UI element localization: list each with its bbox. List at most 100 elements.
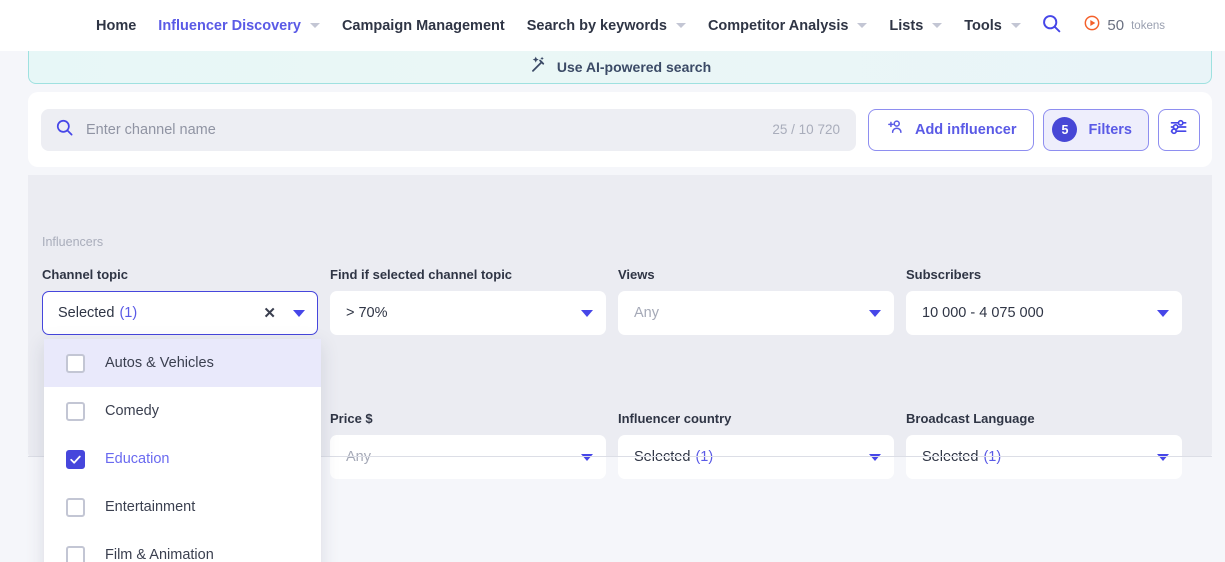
- filters-label: Filters: [1088, 122, 1132, 138]
- nav-item-label: Competitor Analysis: [708, 18, 848, 34]
- filter-cell: Views Any: [618, 267, 906, 335]
- page-body: Use AI-powered search 25 / 10 720: [0, 51, 1225, 562]
- tokens-indicator[interactable]: 50 tokens: [1084, 15, 1165, 36]
- dropdown-option-label: Comedy: [105, 403, 159, 419]
- search-icon[interactable]: [1041, 13, 1062, 39]
- dropdown-option[interactable]: Education: [44, 435, 321, 483]
- nav-item-influencer-discovery[interactable]: Influencer Discovery: [147, 18, 331, 34]
- checkbox-checked-icon[interactable]: [66, 450, 85, 469]
- nav-item-search-by-keywords[interactable]: Search by keywords: [516, 18, 697, 34]
- nav-item-lists[interactable]: Lists: [878, 18, 953, 34]
- filter-value: Selected: [922, 449, 978, 465]
- checkbox-icon[interactable]: [66, 402, 85, 421]
- filter-selected-count: (1): [119, 305, 263, 321]
- chevron-down-icon[interactable]: [857, 23, 867, 28]
- search-result-count: 25 / 10 720: [772, 122, 840, 137]
- chevron-down-icon[interactable]: [310, 23, 320, 28]
- nav-item-label: Home: [96, 18, 136, 34]
- filters-count-badge: 5: [1052, 117, 1077, 142]
- checkbox-icon[interactable]: [66, 498, 85, 517]
- filter-select-influencer-country[interactable]: Selected (1): [618, 435, 894, 479]
- add-influencer-label: Add influencer: [915, 122, 1017, 138]
- nav-item-tools[interactable]: Tools: [953, 18, 1032, 34]
- filter-select-broadcast-language[interactable]: Selected (1): [906, 435, 1182, 479]
- nav-item-competitor-analysis[interactable]: Competitor Analysis: [697, 18, 878, 34]
- chevron-down-icon[interactable]: [869, 454, 881, 461]
- filter-select-subscribers[interactable]: 10 000 - 4 075 000: [906, 291, 1182, 335]
- filter-select-price[interactable]: Any: [330, 435, 606, 479]
- chevron-down-icon[interactable]: [1157, 310, 1169, 317]
- search-box[interactable]: 25 / 10 720: [41, 109, 856, 151]
- chevron-down-icon[interactable]: [293, 310, 305, 317]
- magic-wand-sparkle-icon: [529, 55, 548, 79]
- filter-label: Broadcast Language: [906, 411, 1194, 426]
- top-navigation-bar: Home Influencer Discovery Campaign Managem…: [0, 0, 1225, 51]
- checkbox-icon[interactable]: [66, 546, 85, 562]
- filter-settings-button[interactable]: [1158, 109, 1200, 151]
- dropdown-option-label: Film & Animation: [105, 547, 214, 562]
- chevron-down-icon[interactable]: [932, 23, 942, 28]
- filter-value: 10 000 - 4 075 000: [922, 305, 1157, 321]
- nav-item-label: Search by keywords: [527, 18, 667, 34]
- sliders-icon: [1169, 117, 1189, 142]
- dropdown-option[interactable]: Entertainment: [44, 483, 321, 531]
- filter-grid-row1: Channel topic Selected (1)✕ Find if selecte…: [42, 267, 1198, 335]
- dropdown-option-label: Entertainment: [105, 499, 195, 515]
- filters-button[interactable]: 5 Filters: [1043, 109, 1149, 151]
- search-card: 25 / 10 720 Add influencer 5 Filters: [28, 92, 1212, 167]
- dropdown-option[interactable]: Autos & Vehicles: [44, 339, 321, 387]
- tokens-label: tokens: [1131, 20, 1165, 32]
- filter-cell: Channel topic Selected (1)✕: [42, 267, 330, 335]
- dropdown-option[interactable]: Film & Animation: [44, 531, 321, 562]
- chevron-down-icon[interactable]: [869, 310, 881, 317]
- chevron-down-icon[interactable]: [581, 454, 593, 461]
- chevron-down-icon[interactable]: [676, 23, 686, 28]
- checkbox-icon[interactable]: [66, 354, 85, 373]
- add-person-icon: [886, 118, 906, 141]
- filter-selected-count: (1): [695, 449, 869, 465]
- nav-item-label: Influencer Discovery: [158, 18, 301, 34]
- nav-item-label: Lists: [889, 18, 923, 34]
- filter-cell: Subscribers 10 000 - 4 075 000: [906, 267, 1194, 335]
- filter-select-channel-topic[interactable]: Selected (1)✕: [42, 291, 318, 335]
- filter-select-find-if-selected-channel-topic[interactable]: > 70%: [330, 291, 606, 335]
- filter-value: Any: [634, 305, 869, 321]
- filter-cell: Influencer country Selected (1): [618, 411, 906, 479]
- filter-label: Views: [618, 267, 906, 282]
- tokens-count: 50: [1107, 17, 1124, 34]
- nav-items: Home Influencer Discovery Campaign Managem…: [85, 18, 1032, 34]
- filter-label: Subscribers: [906, 267, 1194, 282]
- channel-topic-dropdown: Autos & Vehicles Comedy Education Entertain…: [44, 339, 321, 562]
- filter-cell: Broadcast Language Selected (1): [906, 411, 1194, 479]
- search-input[interactable]: [86, 122, 772, 138]
- nav-item-home[interactable]: Home: [85, 18, 147, 34]
- filter-cell: Find if selected channel topic > 70%: [330, 267, 618, 335]
- filter-selected-count: (1): [983, 449, 1157, 465]
- chevron-down-icon[interactable]: [581, 310, 593, 317]
- nav-item-label: Tools: [964, 18, 1002, 34]
- filter-cell: Price $ Any: [330, 411, 618, 479]
- search-icon: [55, 118, 74, 142]
- ai-banner-inner: Use AI-powered search: [529, 55, 711, 79]
- play-circle-icon: [1084, 15, 1100, 36]
- filter-value: Selected: [58, 305, 114, 321]
- filter-label: Channel topic: [42, 267, 330, 282]
- filter-select-views[interactable]: Any: [618, 291, 894, 335]
- ai-powered-search-banner[interactable]: Use AI-powered search: [28, 51, 1212, 84]
- filter-section-label: Influencers: [42, 235, 103, 249]
- dropdown-option-label: Education: [105, 451, 170, 467]
- filter-value: Selected: [634, 449, 690, 465]
- chevron-down-icon[interactable]: [1011, 23, 1021, 28]
- filter-label: Price $: [330, 411, 618, 426]
- dropdown-option[interactable]: Comedy: [44, 387, 321, 435]
- filter-label: Find if selected channel topic: [330, 267, 618, 282]
- filter-label: Influencer country: [618, 411, 906, 426]
- filter-value: > 70%: [346, 305, 581, 321]
- add-influencer-button[interactable]: Add influencer: [868, 109, 1035, 151]
- chevron-down-icon[interactable]: [1157, 454, 1169, 461]
- dropdown-option-label: Autos & Vehicles: [105, 355, 214, 371]
- nav-right-actions: 50 tokens: [1041, 13, 1165, 39]
- nav-item-campaign-management[interactable]: Campaign Management: [331, 18, 516, 34]
- nav-item-label: Campaign Management: [342, 18, 505, 34]
- clear-selection-icon[interactable]: ✕: [263, 306, 276, 321]
